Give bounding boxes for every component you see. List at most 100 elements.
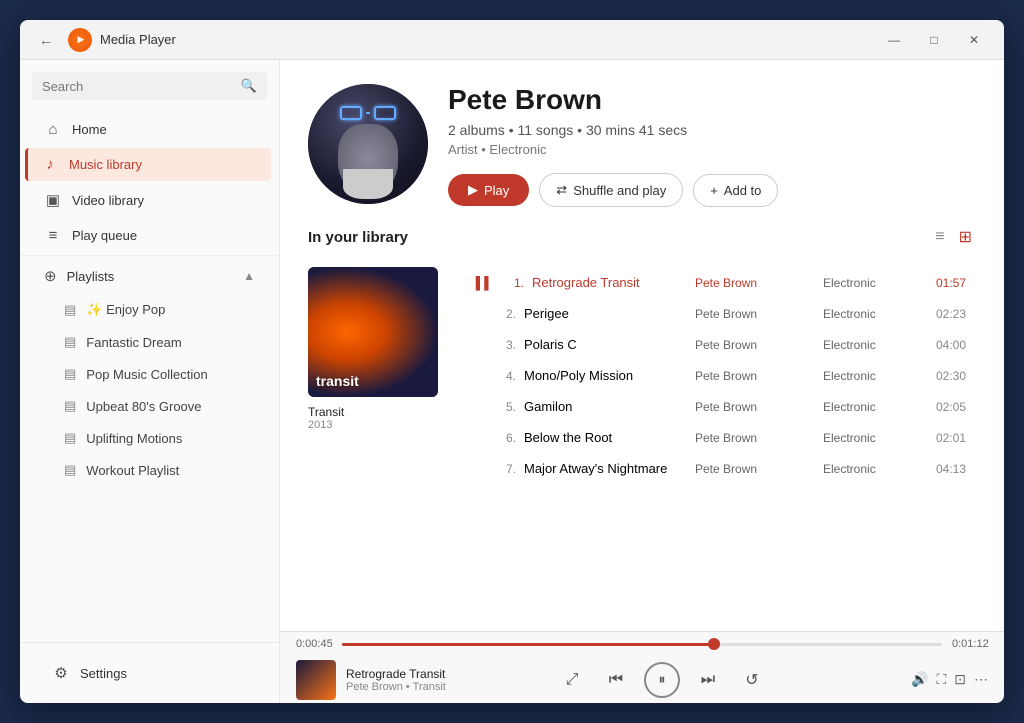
sidebar-footer: ⚙ Settings xyxy=(20,642,279,703)
track-title: Below the Root xyxy=(524,430,687,445)
next-button[interactable]: ⏭ xyxy=(692,664,724,696)
track-duration: 01:57 xyxy=(921,276,966,290)
music-icon: ♪ xyxy=(41,156,59,173)
add-button[interactable]: + Add to xyxy=(693,174,778,207)
play-label: Play xyxy=(484,183,509,198)
progress-fill xyxy=(342,643,714,646)
prev-button[interactable]: ⏮ xyxy=(600,664,632,696)
table-row[interactable]: 2. Perigee Pete Brown Electronic 02:23 xyxy=(458,298,976,329)
player-controls: Retrograde Transit Pete Brown • Transit … xyxy=(280,656,1004,703)
shuffle-label: Shuffle and play xyxy=(573,183,666,198)
artist-actions: ▶ Play ⇄ Shuffle and play + Add to xyxy=(448,173,976,207)
queue-icon: ≡ xyxy=(44,227,62,244)
shuffle-ctrl-button[interactable]: ⤢ xyxy=(556,664,588,696)
search-box[interactable]: 🔍 xyxy=(32,72,267,100)
playlist-item-workout[interactable]: ▤ Workout Playlist xyxy=(28,455,271,485)
playlists-section-header[interactable]: ⊕ Playlists ▲ xyxy=(28,259,271,293)
sidebar-item-video-library[interactable]: ▣ Video library xyxy=(28,183,271,217)
library-section: In your library ≡ ⊞ transit Transit xyxy=(280,223,1004,631)
cast-button[interactable]: ⊡ xyxy=(954,671,966,688)
play-icon: ▶ xyxy=(468,182,478,198)
add-label: Add to xyxy=(724,183,762,198)
playlist-icon-workout: ▤ xyxy=(64,462,76,478)
sidebar-item-video-label: Video library xyxy=(72,193,144,208)
total-time: 0:01:12 xyxy=(952,638,988,650)
track-number: 3. xyxy=(468,338,516,352)
playlist-item-fantastic-dream[interactable]: ▤ Fantastic Dream xyxy=(28,327,271,357)
artist-name: Pete Brown xyxy=(448,84,976,116)
progress-track[interactable] xyxy=(342,643,942,646)
track-genre: Electronic xyxy=(823,462,913,476)
playlist-icon-upbeat: ▤ xyxy=(64,398,76,414)
track-duration: 02:05 xyxy=(921,400,966,414)
app-title: Media Player xyxy=(100,32,876,47)
sidebar-item-play-queue[interactable]: ≡ Play queue xyxy=(28,219,271,252)
album-name: Transit xyxy=(308,405,438,419)
library-content: transit Transit 2013 ▐▐ 1. Retrograde Tr… xyxy=(308,267,976,484)
titlebar: ← Media Player — □ ✕ xyxy=(20,20,1004,60)
progress-area: 0:00:45 0:01:12 xyxy=(280,632,1004,656)
maximize-button[interactable]: □ xyxy=(916,26,952,54)
album-year: 2013 xyxy=(308,419,438,431)
repeat-button[interactable]: ↺ xyxy=(736,664,768,696)
track-genre: Electronic xyxy=(823,369,913,383)
artist-avatar xyxy=(308,84,428,204)
track-artist: Pete Brown xyxy=(695,431,815,445)
play-button[interactable]: ▶ Play xyxy=(448,174,529,206)
grid-view-button[interactable]: ⊞ xyxy=(955,223,976,251)
playlist-item-upbeat[interactable]: ▤ Upbeat 80's Groove xyxy=(28,391,271,421)
pause-button[interactable]: ⏸ xyxy=(644,662,680,698)
playlist-item-uplifting[interactable]: ▤ Uplifting Motions xyxy=(28,423,271,453)
table-row[interactable]: 7. Major Atway's Nightmare Pete Brown El… xyxy=(458,453,976,484)
search-input[interactable] xyxy=(42,79,235,94)
track-number: 1. xyxy=(500,276,524,290)
table-row[interactable]: ▐▐ 1. Retrograde Transit Pete Brown Elec… xyxy=(458,267,976,298)
shuffle-button[interactable]: ⇄ Shuffle and play xyxy=(539,173,683,207)
app-logo xyxy=(68,28,92,52)
playback-controls: ⤢ ⏮ ⏸ ⏭ ↺ xyxy=(516,662,808,698)
track-duration: 02:01 xyxy=(921,431,966,445)
table-row[interactable]: 5. Gamilon Pete Brown Electronic 02:05 xyxy=(458,391,976,422)
back-button[interactable]: ← xyxy=(32,26,60,54)
artist-genre: Artist • Electronic xyxy=(448,142,976,157)
view-controls: ≡ ⊞ xyxy=(931,223,976,251)
track-number: 7. xyxy=(468,462,516,476)
close-button[interactable]: ✕ xyxy=(956,26,992,54)
playlist-icon-enjoy-pop: ▤ xyxy=(64,302,76,318)
table-row[interactable]: 6. Below the Root Pete Brown Electronic … xyxy=(458,422,976,453)
track-duration: 02:30 xyxy=(921,369,966,383)
window-controls: — □ ✕ xyxy=(876,26,992,54)
track-artist: Pete Brown xyxy=(695,307,815,321)
track-artist: Pete Brown xyxy=(695,400,815,414)
track-title: Perigee xyxy=(524,306,687,321)
list-view-button[interactable]: ≡ xyxy=(931,223,948,251)
track-number: 2. xyxy=(468,307,516,321)
track-artist: Pete Brown xyxy=(695,276,815,290)
tracks-list: ▐▐ 1. Retrograde Transit Pete Brown Elec… xyxy=(458,267,976,484)
sidebar-item-home[interactable]: ⌂ Home xyxy=(28,113,271,146)
artist-stats: 2 albums • 11 songs • 30 mins 41 secs xyxy=(448,122,976,138)
album-thumb-label: transit xyxy=(316,373,359,389)
current-time: 0:00:45 xyxy=(296,638,332,650)
playlists-label: Playlists xyxy=(67,269,115,284)
fullscreen-button[interactable]: ⛶ xyxy=(936,671,946,688)
playlist-item-pop-music[interactable]: ▤ Pop Music Collection xyxy=(28,359,271,389)
library-header: In your library ≡ ⊞ xyxy=(308,223,976,251)
playlist-item-enjoy-pop[interactable]: ▤ ✨ Enjoy Pop xyxy=(28,295,271,325)
shuffle-icon: ⇄ xyxy=(556,182,567,198)
album-card-transit[interactable]: transit Transit 2013 xyxy=(308,267,438,484)
sidebar-item-music-library[interactable]: ♪ Music library xyxy=(25,148,271,181)
track-title: Major Atway's Nightmare xyxy=(524,461,687,476)
settings-icon: ⚙ xyxy=(52,664,70,682)
table-row[interactable]: 3. Polaris C Pete Brown Electronic 04:00 xyxy=(458,329,976,360)
table-row[interactable]: 4. Mono/Poly Mission Pete Brown Electron… xyxy=(458,360,976,391)
sidebar-item-settings[interactable]: ⚙ Settings xyxy=(36,656,263,690)
sidebar: 🔍 ⌂ Home ♪ Music library ▣ Video library… xyxy=(20,60,280,703)
more-button[interactable]: ⋯ xyxy=(974,671,988,688)
track-artist: Pete Brown xyxy=(695,338,815,352)
minimize-button[interactable]: — xyxy=(876,26,912,54)
track-genre: Electronic xyxy=(823,400,913,414)
volume-button[interactable]: 🔊 xyxy=(911,671,928,688)
track-artist: Pete Brown xyxy=(695,462,815,476)
app-window: ← Media Player — □ ✕ 🔍 ⌂ Home ♪ Music li… xyxy=(20,20,1004,703)
